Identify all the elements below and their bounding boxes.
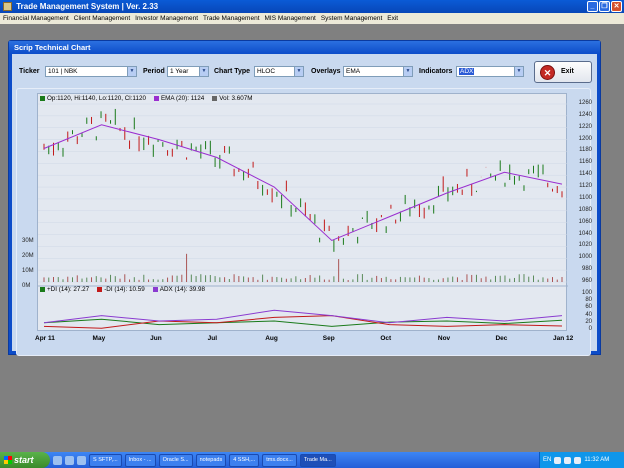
price-tick-label: 1180 <box>579 147 592 154</box>
task-notepads[interactable]: notepads <box>195 453 227 467</box>
x-tick-label: Jun <box>150 335 162 342</box>
close-button[interactable]: ✕ <box>611 1 622 12</box>
chevron-down-icon[interactable]: ▼ <box>127 67 136 76</box>
system-tray: EN 11:32 AM <box>539 452 624 468</box>
start-button[interactable]: start <box>0 452 50 468</box>
volume-tick-label: 0M <box>22 283 31 289</box>
price-tick-label: 1200 <box>578 135 592 142</box>
x-tick-label: Dec <box>495 335 508 342</box>
x-tick-label: Oct <box>380 335 392 342</box>
adx-tick-label: 80 <box>585 297 592 304</box>
menu-exit[interactable]: Exit <box>387 13 398 24</box>
price-tick-label: 1080 <box>578 206 592 213</box>
period-select[interactable]: 1 Year ▼ <box>167 66 209 77</box>
task-ssh[interactable]: 4 SSH,... <box>229 453 260 467</box>
x-tick-label: Nov <box>437 335 451 342</box>
tray-icon[interactable] <box>564 456 572 464</box>
chart-toolbar: Ticker 101 | NBK ▼ Period 1 Year ▼ Chart… <box>17 64 537 78</box>
app-title-bar: Trade Management System | Ver. 2.33 _ ❐ … <box>0 0 624 13</box>
chevron-down-icon[interactable]: ▼ <box>294 67 303 76</box>
menu-system[interactable]: System Management <box>321 13 382 24</box>
adx-tick-label: 0 <box>588 326 592 332</box>
overlays-select[interactable]: EMA ▼ <box>343 66 413 77</box>
minimize-button[interactable]: _ <box>587 1 598 12</box>
indicators-select[interactable]: ADX ▼ <box>456 66 524 77</box>
window-title: Scrip Technical Chart <box>9 41 600 54</box>
menu-investor[interactable]: Investor Management <box>135 13 198 24</box>
volume-tick-label: 30M <box>22 238 34 244</box>
tray-icon[interactable] <box>554 456 562 464</box>
task-sftp[interactable]: S SFTP,... <box>89 453 122 467</box>
price-tick-label: 1220 <box>578 123 592 130</box>
x-tick-label: Aug <box>265 335 278 342</box>
task-trade-management[interactable]: Trade Ma... <box>299 453 336 467</box>
price-tick-label: 1140 <box>579 171 592 178</box>
quicklaunch-icon[interactable] <box>65 455 74 465</box>
chart-frame: Op:1120, Hi:1140, Lo:1120, Cl:1120 EMA (… <box>16 88 592 356</box>
taskbar: start S SFTP,... Inbox - ... Oracle S...… <box>0 452 624 468</box>
adx-tick-label: 100 <box>581 290 592 296</box>
adx-tick-label: 60 <box>585 304 592 311</box>
indicators-label: Indicators <box>419 68 453 75</box>
indicators-value: ADX <box>459 68 475 75</box>
x-tick-label: Apr 11 <box>35 335 55 342</box>
menu-trade[interactable]: Trade Management <box>203 13 260 24</box>
clock: 11:32 AM <box>584 457 610 463</box>
charttype-value: HLOC <box>257 68 276 75</box>
app-title: Trade Management System | Ver. 2.33 <box>16 2 159 11</box>
scrip-chart-window: Scrip Technical Chart Ticker 101 | NBK ▼… <box>8 40 601 356</box>
task-oracle[interactable]: Oracle S... <box>158 453 193 467</box>
price-tick-label: 1000 <box>578 254 592 261</box>
exit-label: Exit <box>561 68 574 75</box>
chevron-down-icon[interactable]: ▼ <box>199 67 208 76</box>
x-tick-label: Jan 12 <box>553 335 574 342</box>
quicklaunch-icon[interactable] <box>53 455 62 465</box>
menu-client[interactable]: Client Management <box>74 13 130 24</box>
volume-tick-label: 10M <box>22 268 34 274</box>
task-tms-docx[interactable]: tms.docx... <box>262 453 297 467</box>
price-tick-label: 1100 <box>579 194 592 201</box>
restore-button[interactable]: ❐ <box>599 1 610 12</box>
price-tick-label: 1240 <box>578 111 592 118</box>
quicklaunch-icon[interactable] <box>77 455 86 465</box>
x-tick-label: Jul <box>207 335 218 342</box>
overlays-value: EMA <box>346 68 361 75</box>
task-inbox[interactable]: Inbox - ... <box>124 453 156 467</box>
language-indicator[interactable]: EN <box>543 457 551 463</box>
chevron-down-icon[interactable]: ▼ <box>403 67 412 76</box>
app-icon <box>3 2 12 12</box>
charttype-label: Chart Type <box>214 68 251 75</box>
window-body: Ticker 101 | NBK ▼ Period 1 Year ▼ Chart… <box>12 54 597 356</box>
price-tick-label: 1120 <box>579 183 592 190</box>
x-tick-label: Sep <box>322 335 335 342</box>
exit-button[interactable]: ✕ Exit <box>534 61 592 83</box>
tray-icon[interactable] <box>574 456 582 464</box>
overlays-label: Overlays <box>311 68 341 75</box>
price-tick-label: 1060 <box>578 218 592 225</box>
period-label: Period <box>143 68 165 75</box>
charttype-select[interactable]: HLOC ▼ <box>254 66 304 77</box>
price-tick-label: 1020 <box>578 242 592 249</box>
x-tick-label: May <box>92 335 106 342</box>
chevron-down-icon[interactable]: ▼ <box>514 67 523 76</box>
price-tick-label: 1040 <box>578 230 592 237</box>
menu-financial[interactable]: Financial Management <box>3 13 69 24</box>
price-tick-label: 1160 <box>579 159 592 166</box>
price-tick-label: 980 <box>581 266 592 273</box>
close-icon: ✕ <box>540 65 555 80</box>
ticker-value: 101 | NBK <box>48 68 78 75</box>
adx-tick-label: 20 <box>585 318 592 325</box>
ticker-select[interactable]: 101 | NBK ▼ <box>45 66 137 77</box>
price-tick-label: 1260 <box>578 100 592 106</box>
chart-svg <box>38 103 568 329</box>
ticker-label: Ticker <box>19 68 40 75</box>
price-tick-label: 960 <box>581 278 592 284</box>
chart-area: Op:1120, Hi:1140, Lo:1120, Cl:1120 EMA (… <box>22 93 592 332</box>
volume-tick-label: 20M <box>22 253 34 259</box>
menu-mis[interactable]: MIS Management <box>265 13 316 24</box>
ema-line <box>43 124 563 242</box>
period-value: 1 Year <box>170 68 189 75</box>
menu-bar: Financial Management Client Management I… <box>0 13 624 24</box>
adx-tick-label: 40 <box>585 311 592 318</box>
